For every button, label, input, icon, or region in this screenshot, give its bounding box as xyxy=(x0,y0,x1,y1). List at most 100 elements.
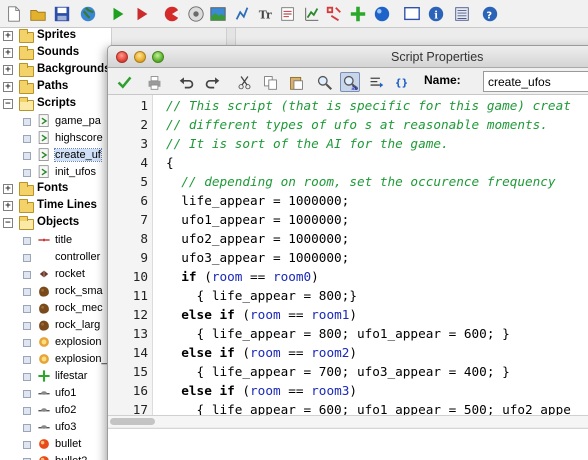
code-line[interactable]: 2 // different types of ufo s at reasonab… xyxy=(108,115,588,134)
object-item[interactable]: ufo2 xyxy=(0,402,111,419)
code-line[interactable]: 16 else if (room == room3) xyxy=(108,381,588,400)
open-folder-button[interactable] xyxy=(28,4,48,24)
undo-button[interactable] xyxy=(176,72,196,92)
code-line[interactable]: 14 else if (room == room2) xyxy=(108,343,588,362)
code-line[interactable]: 1 // This script (that is specific for th… xyxy=(108,96,588,115)
add-sprite-button[interactable] xyxy=(162,4,182,24)
code-text[interactable]: life_appear = 1000000; xyxy=(166,191,349,210)
code-line[interactable]: 4{ xyxy=(108,153,588,172)
tree-group-sounds[interactable]: + Sounds xyxy=(0,45,111,62)
object-item[interactable]: rocket xyxy=(0,266,111,283)
expand-icon[interactable]: + xyxy=(3,31,13,41)
tree-group-sprites[interactable]: + Sprites xyxy=(0,28,111,45)
tree-group-scripts[interactable]: − Scripts xyxy=(0,96,111,113)
script-item[interactable]: highscore xyxy=(0,130,111,147)
script-item[interactable]: game_pa xyxy=(0,113,111,130)
object-item[interactable]: bullet2 xyxy=(0,453,111,460)
window-titlebar[interactable]: Script Properties xyxy=(108,46,588,68)
info-button[interactable]: i xyxy=(426,4,446,24)
code-text[interactable]: ufo2_appear = 1000000; xyxy=(166,229,349,248)
help-button[interactable]: ? xyxy=(480,4,500,24)
tree-group-objects[interactable]: − Objects xyxy=(0,215,111,232)
script-item[interactable]: create_uf xyxy=(0,147,111,164)
object-item[interactable]: title xyxy=(0,232,111,249)
code-line[interactable]: 5 // depending on room, set the occurenc… xyxy=(108,172,588,191)
add-font-button[interactable] xyxy=(278,4,298,24)
code-text[interactable]: // depending on room, set the occurence … xyxy=(166,172,555,191)
expand-icon[interactable]: + xyxy=(3,65,13,75)
add-path-button[interactable] xyxy=(232,4,252,24)
horizontal-scrollbar[interactable] xyxy=(108,415,588,427)
tree-group-paths[interactable]: + Paths xyxy=(0,79,111,96)
code-text[interactable]: { life_appear = 700; ufo3_appear = 400; … xyxy=(166,362,510,381)
tree-group-time-lines[interactable]: + Time Lines xyxy=(0,198,111,215)
code-editor[interactable]: 1 // This script (that is specific for th… xyxy=(108,95,588,415)
code-text[interactable]: { xyxy=(166,153,174,172)
close-window-button[interactable] xyxy=(116,51,128,63)
code-text[interactable]: if (room == room0) xyxy=(166,267,319,286)
main-area-scrollbar[interactable] xyxy=(226,28,236,45)
object-item[interactable]: rock_mec xyxy=(0,300,111,317)
code-text[interactable]: else if (room == room2) xyxy=(166,343,357,362)
expand-icon[interactable]: + xyxy=(3,184,13,194)
copy-button[interactable] xyxy=(260,72,280,92)
find-button[interactable] xyxy=(314,72,334,92)
minimize-window-button[interactable] xyxy=(134,51,146,63)
scrollbar-thumb[interactable] xyxy=(110,418,155,425)
tree-group-backgrounds[interactable]: + Backgrounds xyxy=(0,62,111,79)
object-item[interactable]: explosion_ xyxy=(0,351,111,368)
create-executable-button[interactable] xyxy=(78,4,98,24)
code-line[interactable]: 12 else if (room == room1) xyxy=(108,305,588,324)
code-line[interactable]: 8 ufo2_appear = 1000000; xyxy=(108,229,588,248)
object-item[interactable]: rock_sma xyxy=(0,283,111,300)
object-item[interactable]: ufo3 xyxy=(0,419,111,436)
code-line[interactable]: 13 { life_appear = 800; ufo1_appear = 60… xyxy=(108,324,588,343)
code-line[interactable]: 7 ufo1_appear = 1000000; xyxy=(108,210,588,229)
redo-button[interactable] xyxy=(202,72,222,92)
save-button[interactable] xyxy=(52,4,72,24)
code-line[interactable]: 11 { life_appear = 800;} xyxy=(108,286,588,305)
new-button[interactable] xyxy=(4,4,24,24)
object-item[interactable]: controller xyxy=(0,249,111,266)
object-item[interactable]: explosion xyxy=(0,334,111,351)
object-item[interactable]: rock_larg xyxy=(0,317,111,334)
code-text[interactable]: { life_appear = 800;} xyxy=(166,286,357,305)
code-text[interactable]: else if (room == room1) xyxy=(166,305,357,324)
object-item[interactable]: bullet xyxy=(0,436,111,453)
collapse-icon[interactable]: − xyxy=(3,218,13,228)
code-line[interactable]: 6 life_appear = 1000000; xyxy=(108,191,588,210)
expand-icon[interactable]: + xyxy=(3,201,13,211)
syntax-check-button[interactable]: {} xyxy=(392,72,412,92)
ok-check-button[interactable] xyxy=(114,72,134,92)
code-text[interactable]: ufo3_appear = 1000000; xyxy=(166,248,349,267)
code-line[interactable]: 10 if (room == room0) xyxy=(108,267,588,286)
object-item[interactable]: ufo1 xyxy=(0,385,111,402)
tree-group-fonts[interactable]: + Fonts xyxy=(0,181,111,198)
add-object-button[interactable] xyxy=(324,4,344,24)
cut-button[interactable] xyxy=(234,72,254,92)
code-text[interactable]: // It is sort of the AI for the game. xyxy=(166,134,449,153)
code-text[interactable]: else if (room == room3) xyxy=(166,381,357,400)
script-item[interactable]: init_ufos xyxy=(0,164,111,181)
print-button[interactable] xyxy=(144,72,164,92)
add-sound-button[interactable] xyxy=(186,4,206,24)
expand-icon[interactable]: + xyxy=(3,82,13,92)
code-line[interactable]: 3 // It is sort of the AI for the game. xyxy=(108,134,588,153)
code-text[interactable]: { life_appear = 800; ufo1_appear = 600; … xyxy=(166,324,510,343)
code-line[interactable]: 17 { life_appear = 600; ufo1_appear = 50… xyxy=(108,400,588,415)
run-button[interactable] xyxy=(108,4,128,24)
add-timeline-button[interactable] xyxy=(302,4,322,24)
zoom-window-button[interactable] xyxy=(152,51,164,63)
code-line[interactable]: 15 { life_appear = 700; ufo3_appear = 40… xyxy=(108,362,588,381)
code-text[interactable]: // This script (that is specific for thi… xyxy=(166,96,571,115)
add-room-button[interactable] xyxy=(348,4,368,24)
code-text[interactable]: // different types of ufo s at reasonabl… xyxy=(166,115,548,134)
find-replace-button[interactable]: ab xyxy=(340,72,360,92)
code-line[interactable]: 9 ufo3_appear = 1000000; xyxy=(108,248,588,267)
collapse-icon[interactable]: − xyxy=(3,99,13,109)
preferences-button[interactable] xyxy=(452,4,472,24)
game-information-button[interactable] xyxy=(372,4,392,24)
paste-button[interactable] xyxy=(286,72,306,92)
code-text[interactable]: ufo1_appear = 1000000; xyxy=(166,210,349,229)
expand-icon[interactable]: + xyxy=(3,48,13,58)
